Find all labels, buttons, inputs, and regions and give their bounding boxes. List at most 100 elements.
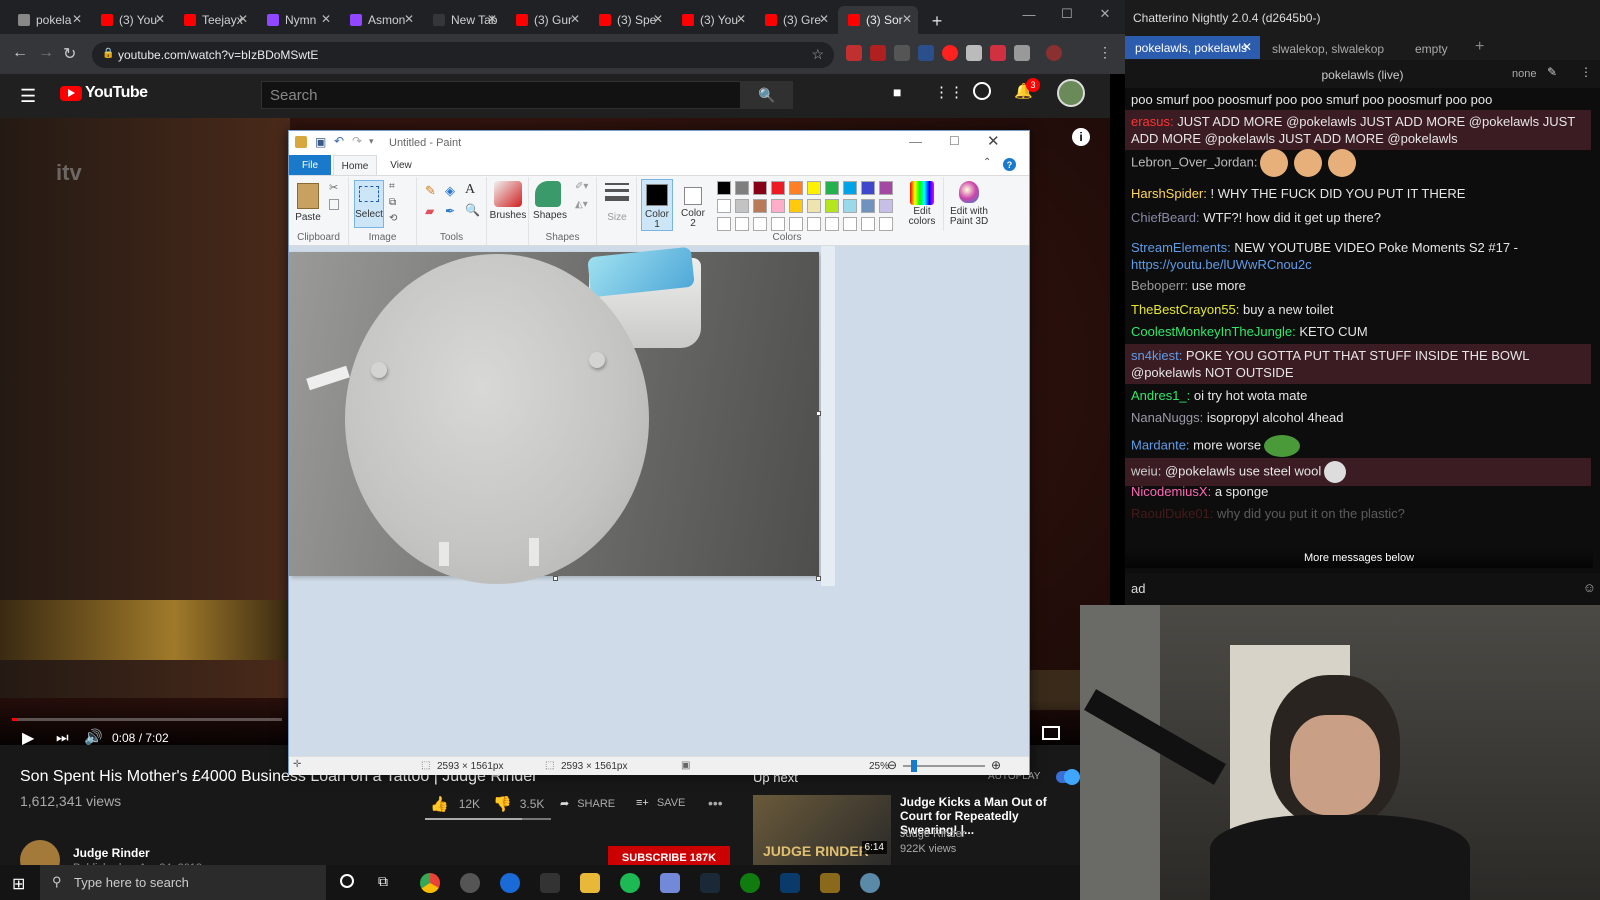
help-icon[interactable]: ? (1003, 158, 1016, 171)
fill-shape-icon[interactable]: ◭▾ (575, 199, 588, 210)
pencil-icon[interactable]: ✎ (425, 183, 436, 199)
forward-icon[interactable]: → (38, 44, 54, 62)
custom-color-slot[interactable] (735, 217, 749, 231)
color-picker-icon[interactable]: ✒ (445, 204, 455, 218)
text-icon[interactable]: A (465, 182, 475, 198)
chat-username[interactable]: sn4kiest: (1131, 348, 1182, 363)
zoom-in-icon[interactable]: ⊕ (991, 758, 1001, 772)
edit-icon[interactable]: ✎ (1547, 65, 1557, 79)
chat-username[interactable]: Lebron_Over_Jordan: (1131, 154, 1257, 169)
bookmark-star-icon[interactable]: ☆ (811, 46, 824, 63)
custom-color-slot[interactable] (753, 217, 767, 231)
save-button[interactable]: ≡+ SAVE (636, 797, 685, 809)
shapes-icon[interactable] (535, 181, 561, 207)
windows-start-icon[interactable]: ⊞ (12, 874, 25, 894)
fill-icon[interactable]: ◈ (445, 183, 455, 199)
youtube-search-input[interactable]: Search (261, 81, 741, 109)
palette-swatch[interactable] (753, 181, 767, 195)
palette-swatch[interactable] (789, 181, 803, 195)
next-video-icon[interactable]: ⏭ (56, 729, 69, 746)
paint-canvas[interactable] (289, 246, 819, 584)
maximize-icon[interactable]: ☐ (1048, 0, 1086, 28)
color1-button[interactable]: Color 1 (641, 179, 673, 231)
palette-swatch[interactable] (825, 181, 839, 195)
zoom-slider[interactable] (903, 760, 985, 772)
undo-icon[interactable]: ↶ (334, 134, 344, 148)
share-button[interactable]: ➦ SHARE (560, 797, 615, 811)
custom-color-slot[interactable] (879, 217, 893, 231)
volume-icon[interactable]: 🔊 (84, 728, 103, 746)
youtube-logo[interactable]: YouTube (60, 84, 148, 102)
custom-color-slot[interactable] (825, 217, 839, 231)
paste-icon[interactable] (297, 183, 319, 209)
chrome-icon[interactable] (420, 873, 440, 893)
collapse-ribbon-icon[interactable]: ⌃ (983, 157, 991, 168)
browser-tab[interactable]: (3) Spe ✕ (589, 6, 669, 34)
view-tab[interactable]: View (381, 155, 421, 175)
palette-swatch[interactable] (717, 199, 731, 213)
chat-username[interactable]: Beboperr: (1131, 278, 1188, 293)
browser-menu-icon[interactable]: ⋮ (1098, 44, 1112, 61)
brushes-icon[interactable] (494, 181, 522, 207)
messages-icon[interactable] (973, 82, 991, 100)
task-view-icon[interactable]: ⧉ (378, 873, 388, 890)
rotate-icon[interactable]: ⟲ (389, 213, 397, 224)
palette-swatch[interactable] (861, 181, 875, 195)
custom-color-slot[interactable] (717, 217, 731, 231)
chat-username[interactable]: NicodemiusX: (1131, 484, 1211, 499)
canvas-resize-handle[interactable] (816, 576, 821, 581)
create-video-icon[interactable]: ■ (893, 84, 901, 100)
browser-tab[interactable]: Asmon ✕ (340, 6, 420, 34)
palette-swatch[interactable] (879, 181, 893, 195)
extension-icon[interactable] (942, 45, 958, 61)
browser-tab[interactable]: (3) You ✕ (91, 6, 171, 34)
browser-tab[interactable]: (3) You ✕ (672, 6, 752, 34)
paint-close-icon[interactable]: ✕ (987, 132, 1000, 150)
tab-close-icon[interactable]: ✕ (819, 12, 829, 26)
reload-icon[interactable]: ↻ (63, 44, 76, 64)
outline-icon[interactable]: ✐▾ (575, 181, 588, 192)
custom-color-slot[interactable] (789, 217, 803, 231)
next-video-thumbnail[interactable]: JUDGE RINDER 6:14 (753, 795, 891, 865)
info-icon[interactable]: i (1072, 128, 1090, 146)
add-tab-icon[interactable]: + (1465, 33, 1494, 56)
chat-username[interactable]: weiu: (1131, 463, 1161, 478)
chat-username[interactable]: HarshSpider: (1131, 186, 1207, 201)
video-progress-bar[interactable] (12, 718, 282, 721)
palette-swatch[interactable] (753, 199, 767, 213)
youtube-account-avatar[interactable] (1057, 79, 1085, 107)
chat-username[interactable]: Andres1_: (1131, 388, 1190, 403)
browser-tab[interactable]: pokela ✕ (8, 6, 88, 34)
channel-name[interactable]: Judge Rinder (73, 846, 150, 860)
more-messages-below[interactable]: More messages below (1125, 548, 1593, 568)
palette-swatch[interactable] (771, 199, 785, 213)
palette-swatch[interactable] (879, 199, 893, 213)
custom-color-slot[interactable] (843, 217, 857, 231)
palette-swatch[interactable] (771, 181, 785, 195)
chat-username[interactable]: erasus: (1131, 114, 1174, 129)
autoplay-toggle[interactable] (1056, 769, 1080, 785)
chat-username[interactable]: ChiefBeard: (1131, 210, 1200, 225)
spotify-icon[interactable] (620, 873, 640, 893)
wow-icon[interactable] (820, 873, 840, 893)
tab-close-icon[interactable]: ✕ (321, 12, 331, 26)
browser-tab[interactable]: (3) Sor ✕ (838, 6, 918, 34)
palette-swatch[interactable] (717, 181, 731, 195)
extension-icon[interactable] (894, 45, 910, 61)
chat-tab-slwalekop[interactable]: slwalekop, slwalekop (1262, 37, 1402, 60)
palette-swatch[interactable] (825, 199, 839, 213)
battlenet-icon[interactable] (780, 873, 800, 893)
split-menu-icon[interactable]: ⋮ (1580, 65, 1592, 79)
chat-username[interactable]: RaoulDuke01: (1131, 506, 1213, 521)
home-tab[interactable]: Home (333, 155, 377, 176)
magnifier-icon[interactable]: 🔍 (465, 203, 480, 217)
chatterino-taskbar-icon[interactable] (500, 873, 520, 893)
browser-tab[interactable]: Teejayx ✕ (174, 6, 254, 34)
tab-close-icon[interactable]: ✕ (404, 12, 414, 26)
xbox-icon[interactable] (740, 873, 760, 893)
customize-quick-access-icon[interactable]: ▾ (369, 136, 374, 147)
tab-close-icon[interactable]: ✕ (1242, 40, 1252, 54)
chat-username[interactable]: TheBestCrayon55: (1131, 302, 1239, 317)
chat-scrollbar[interactable] (1595, 90, 1599, 570)
like-button[interactable]: 👍 12K (430, 795, 480, 813)
